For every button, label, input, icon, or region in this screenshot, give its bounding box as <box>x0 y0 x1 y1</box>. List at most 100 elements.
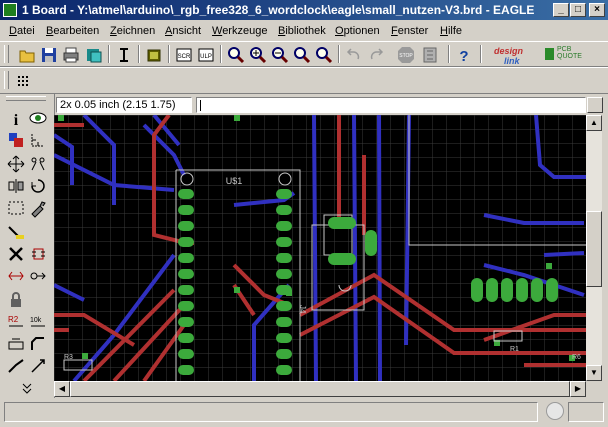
resistor-r6: R6 <box>572 354 581 361</box>
undo-icon[interactable] <box>344 45 364 65</box>
pcbquote-icon <box>545 48 554 60</box>
scroll-down-button[interactable]: ▼ <box>586 365 602 381</box>
mirror-icon[interactable] <box>6 176 26 196</box>
pinswap-icon[interactable] <box>6 266 26 286</box>
zoom-in-icon[interactable] <box>248 45 268 65</box>
close-button[interactable]: × <box>589 3 605 17</box>
scroll-left-button[interactable]: ◀ <box>54 381 70 397</box>
toolbar-separator <box>108 45 110 63</box>
command-history-button[interactable] <box>587 97 603 113</box>
designlink-logo[interactable]: design link <box>494 46 523 66</box>
help-icon[interactable]: ? <box>454 45 474 65</box>
scroll-up-button[interactable]: ▲ <box>586 115 602 131</box>
r3-label: R3 <box>64 354 73 361</box>
window-title: 1 Board - Y:\atmel\arduino\_rgb_free328_… <box>22 3 535 17</box>
info-icon[interactable]: i <box>6 108 26 128</box>
name-icon[interactable]: R2 <box>6 312 26 332</box>
more-tools-icon[interactable] <box>17 378 37 398</box>
zoom-fit-icon[interactable] <box>226 45 246 65</box>
menu-bibliothek[interactable]: Bibliothek <box>278 25 326 37</box>
toolbar-separator <box>480 45 482 63</box>
svg-text:SCR: SCR <box>178 54 191 60</box>
menu-werkzeuge[interactable]: Werkzeuge <box>212 25 267 37</box>
vertical-scroll-thumb[interactable] <box>586 211 602 287</box>
delete-icon[interactable] <box>6 244 26 264</box>
grid-icon[interactable] <box>14 71 34 91</box>
ulp-icon[interactable]: ULP <box>196 45 216 65</box>
zoom-select-icon[interactable] <box>314 45 334 65</box>
board-canvas[interactable]: U$1 J4 R1 R3 R6 <box>54 115 586 381</box>
redo-icon[interactable] <box>366 45 386 65</box>
svg-text:i: i <box>14 112 19 128</box>
zoom-out-icon[interactable] <box>270 45 290 65</box>
cam-icon[interactable] <box>84 45 104 65</box>
optimize-icon[interactable] <box>28 356 48 376</box>
library-icon[interactable] <box>144 45 164 65</box>
open-icon[interactable] <box>17 45 37 65</box>
toolbar-separator <box>220 45 222 63</box>
value-icon[interactable]: 10k <box>28 312 48 332</box>
toolbar-grip[interactable] <box>4 45 9 63</box>
menu-hilfe[interactable]: Hilfe <box>440 25 462 37</box>
menu-zeichnen[interactable]: Zeichnen <box>110 25 155 37</box>
mark-icon[interactable] <box>28 130 48 150</box>
toolbar-separator <box>448 45 450 63</box>
menu-fenster[interactable]: Fenster <box>391 25 428 37</box>
toolbar-grip[interactable] <box>4 71 9 89</box>
maximize-button[interactable]: □ <box>570 3 586 17</box>
smash-icon[interactable] <box>6 334 26 354</box>
command-toolbar: i R2 10k <box>0 94 55 398</box>
split-icon[interactable] <box>6 356 26 376</box>
svg-text:10k: 10k <box>30 317 42 324</box>
show-icon[interactable] <box>28 108 48 128</box>
title-bar: 1 Board - Y:\atmel\arduino\_rgb_free328_… <box>0 0 608 20</box>
menu-bearbeiten[interactable]: Bearbeiten <box>46 25 99 37</box>
toolbar-grip[interactable] <box>6 96 46 101</box>
pcbquote-logo[interactable]: PCB QUOTE <box>545 46 582 60</box>
menu-ansicht[interactable]: Ansicht <box>165 25 201 37</box>
main-toolbar: SCR ULP STOP ? design link PCB QUOTE <box>0 41 608 67</box>
rotate-icon[interactable] <box>28 176 48 196</box>
r6-label: R6 <box>572 354 581 361</box>
replace-icon[interactable] <box>28 266 48 286</box>
script-icon[interactable]: SCR <box>174 45 194 65</box>
app-icon <box>3 3 17 17</box>
svg-text:R2: R2 <box>8 315 19 324</box>
designlink-bottom: link <box>504 56 520 66</box>
horizontal-scroll-thumb[interactable] <box>70 381 570 397</box>
save-icon[interactable] <box>39 45 59 65</box>
parameter-toolbar <box>0 67 608 94</box>
copy-icon[interactable] <box>28 154 48 174</box>
print-icon[interactable] <box>61 45 81 65</box>
r1-label: R1 <box>510 346 519 353</box>
toolbar-separator <box>138 45 140 63</box>
switch-schematic-icon[interactable] <box>114 45 134 65</box>
display-icon[interactable] <box>6 130 26 150</box>
stop-icon[interactable]: STOP <box>396 45 416 65</box>
menu-datei[interactable]: Datei <box>9 25 35 37</box>
menu-bar: Datei Bearbeiten Zeichnen Ansicht Werkze… <box>0 22 608 40</box>
vertical-scrollbar[interactable]: ▲ ▼ <box>586 115 602 381</box>
toolbar-separator <box>168 45 170 63</box>
horizontal-scrollbar[interactable]: ◀ ▶ <box>54 381 586 397</box>
svg-text:STOP: STOP <box>399 53 413 59</box>
minimize-button[interactable]: _ <box>553 3 569 17</box>
lock-icon[interactable] <box>6 290 26 310</box>
redraw-icon[interactable] <box>292 45 312 65</box>
status-extra <box>568 402 604 422</box>
menu-optionen[interactable]: Optionen <box>335 25 380 37</box>
change-icon[interactable] <box>28 198 48 218</box>
j4-label: J4 <box>298 305 307 314</box>
group-icon[interactable] <box>6 198 26 218</box>
scroll-right-button[interactable]: ▶ <box>570 381 586 397</box>
move-icon[interactable] <box>6 154 26 174</box>
coordinate-display: 2x 0.05 inch (2.15 1.75) <box>56 97 192 113</box>
command-line-input[interactable] <box>196 97 586 113</box>
go-icon[interactable] <box>420 45 440 65</box>
u1-label: U$1 <box>226 176 243 186</box>
pcbquote-top: PCB <box>557 46 572 53</box>
add-icon[interactable] <box>28 244 48 264</box>
paste-icon[interactable] <box>6 222 26 242</box>
miter-icon[interactable] <box>28 334 48 354</box>
command-caret <box>200 100 201 111</box>
